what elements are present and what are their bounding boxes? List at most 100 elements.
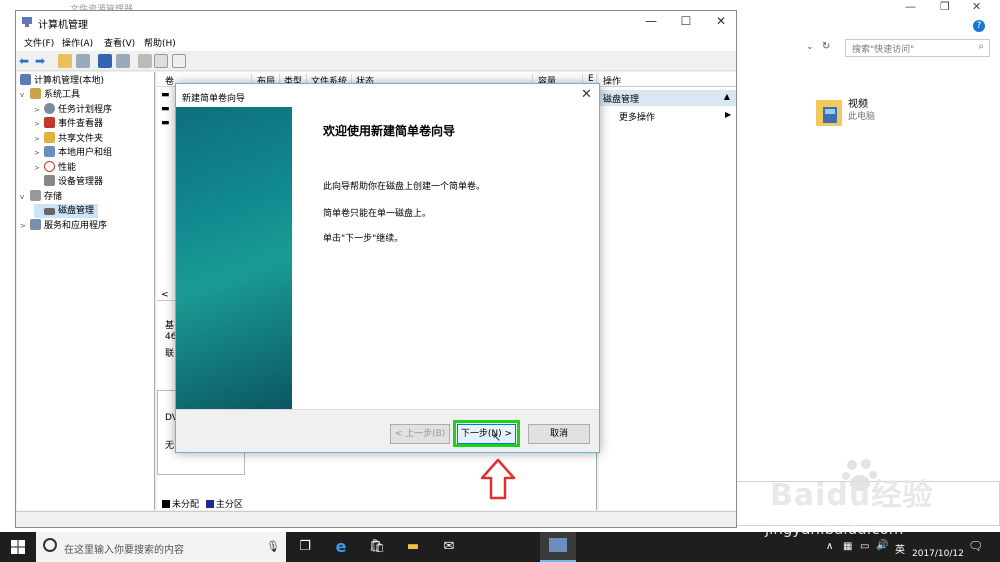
bg-folder-name[interactable]: 视频 bbox=[848, 95, 868, 110]
tree-item-device-manager[interactable]: 设备管理器 bbox=[34, 175, 103, 189]
taskbar-search-input[interactable]: 在这里输入你要搜索的内容 🎙 bbox=[36, 532, 286, 562]
expand-right-icon[interactable]: > bbox=[34, 146, 44, 160]
help-icon[interactable]: ? bbox=[973, 20, 985, 32]
new-simple-volume-wizard: 新建简单卷向导 ✕ 欢迎使用新建简单卷向导 此向导帮助你在磁盘上创建一个简单卷。… bbox=[175, 83, 600, 453]
task-view-icon[interactable]: ❐ bbox=[296, 538, 314, 556]
submenu-arrow-icon[interactable]: ▶ bbox=[725, 110, 731, 119]
storage-icon bbox=[30, 190, 41, 201]
back-button[interactable]: < 上一步(B) bbox=[390, 424, 450, 444]
menu-file[interactable]: 文件(F) bbox=[24, 36, 54, 49]
bg-close-icon[interactable]: ✕ bbox=[972, 0, 981, 13]
computer-management-taskbar-icon bbox=[549, 538, 567, 552]
expand-right-icon[interactable]: > bbox=[34, 161, 44, 175]
expand-right-icon[interactable]: > bbox=[20, 219, 30, 233]
monitor-icon[interactable]: ▭ bbox=[860, 541, 869, 552]
tree-item-computer-management[interactable]: 计算机管理(本地) bbox=[20, 74, 104, 88]
action-pane: 操作 磁盘管理 ▲ 更多操作 ▶ bbox=[599, 72, 736, 510]
legend-unallocated: 未分配 bbox=[172, 500, 200, 510]
tray-up-arrow-icon[interactable]: ∧ bbox=[826, 541, 833, 552]
menu-action[interactable]: 操作(A) bbox=[62, 36, 93, 49]
scroll-left-icon[interactable]: < bbox=[161, 290, 169, 300]
menu-view[interactable]: 查看(V) bbox=[104, 36, 135, 49]
tree-item-system-tools[interactable]: v 系统工具 bbox=[20, 88, 80, 102]
minimize-button[interactable]: — bbox=[636, 14, 666, 30]
action-more-actions[interactable]: 更多操作 bbox=[619, 110, 655, 123]
volume-row-icon[interactable]: ▬ bbox=[161, 118, 170, 128]
wizard-close-icon[interactable]: ✕ bbox=[581, 87, 592, 102]
expand-right-icon[interactable]: > bbox=[34, 117, 44, 131]
forward-arrow-icon[interactable]: ➡ bbox=[35, 54, 49, 68]
shared-folder-icon bbox=[44, 132, 55, 143]
bg-dropdown-icon[interactable]: ⌄ bbox=[806, 42, 814, 52]
microphone-icon[interactable]: 🎙 bbox=[266, 540, 280, 553]
expand-down-icon[interactable]: v bbox=[20, 88, 30, 102]
ime-indicator[interactable]: 英 bbox=[895, 541, 905, 556]
video-folder-icon[interactable] bbox=[815, 97, 843, 127]
show-pane-icon[interactable] bbox=[116, 54, 130, 68]
store-icon[interactable]: 🛍 bbox=[368, 538, 386, 556]
disk-icon bbox=[44, 208, 55, 215]
menu-help[interactable]: 帮助(H) bbox=[144, 36, 176, 49]
bg-restore-icon[interactable]: ❐ bbox=[940, 0, 950, 13]
taskbar-search-placeholder: 在这里输入你要搜索的内容 bbox=[64, 545, 184, 556]
tree-item-shared-folders[interactable]: > 共享文件夹 bbox=[34, 132, 103, 146]
navigation-tree: 计算机管理(本地) v 系统工具 > 任务计划程序 > 事件查看器 > 共享文件夹 > 本… bbox=[17, 72, 155, 510]
computer-icon bbox=[20, 74, 31, 85]
check-icon[interactable] bbox=[154, 54, 168, 68]
windows-start-icon[interactable] bbox=[11, 540, 25, 554]
clock-icon bbox=[44, 103, 55, 114]
action-center-icon[interactable]: 🗨 bbox=[968, 539, 983, 553]
legend-primary: 主分区 bbox=[215, 500, 243, 510]
volume-row-icon[interactable]: ▬ bbox=[161, 104, 170, 114]
tree-item-label: 事件查看器 bbox=[58, 119, 104, 129]
expand-right-icon[interactable]: > bbox=[34, 103, 44, 117]
tree-item-label: 性能 bbox=[58, 163, 77, 173]
bg-search-icon: ⌕ bbox=[978, 41, 984, 52]
properties-icon[interactable] bbox=[172, 54, 186, 68]
tree-item-event-viewer[interactable]: > 事件查看器 bbox=[34, 117, 103, 131]
action-disk-management[interactable]: 磁盘管理 ▲ bbox=[599, 90, 736, 106]
computer-management-taskbar-button[interactable] bbox=[540, 532, 576, 562]
tree-item-label: 计算机管理(本地) bbox=[34, 76, 105, 86]
tree-item-label: 设备管理器 bbox=[58, 177, 104, 187]
tree-item-performance[interactable]: > 性能 bbox=[34, 161, 76, 175]
disk-legend: 未分配 主分区 bbox=[162, 497, 243, 510]
mail-icon[interactable]: ✉ bbox=[440, 538, 458, 556]
tree-item-label: 共享文件夹 bbox=[58, 134, 104, 144]
maximize-button[interactable]: ☐ bbox=[671, 14, 701, 30]
cm-titlebar: 计算机管理 — ☐ ✕ bbox=[16, 11, 736, 33]
tree-item-storage[interactable]: v 存储 bbox=[20, 190, 62, 204]
expand-down-icon[interactable]: v bbox=[20, 190, 30, 204]
next-button[interactable]: 下一步(N) > bbox=[457, 424, 516, 444]
tree-item-label: 磁盘管理 bbox=[58, 206, 95, 216]
tree-item-local-users[interactable]: > 本地用户和组 bbox=[34, 146, 112, 160]
cancel-button[interactable]: 取消 bbox=[528, 424, 590, 444]
taskbar-date[interactable]: 2017/10/12 bbox=[912, 549, 964, 559]
tree-item-label: 系统工具 bbox=[44, 90, 81, 100]
expand-right-icon[interactable]: > bbox=[34, 132, 44, 146]
show-tree-icon[interactable] bbox=[76, 54, 90, 68]
computer-management-icon bbox=[22, 17, 32, 27]
file-explorer-icon[interactable]: ▬ bbox=[404, 538, 422, 556]
network-icon[interactable]: ▦ bbox=[843, 541, 852, 552]
up-folder-icon[interactable] bbox=[58, 54, 72, 68]
collapse-up-icon[interactable]: ▲ bbox=[724, 92, 730, 101]
bg-refresh-icon[interactable]: ↻ bbox=[822, 41, 830, 52]
bg-search-input[interactable]: 搜索"快速访问" ⌕ bbox=[845, 39, 990, 57]
tree-item-services-apps[interactable]: > 服务和应用程序 bbox=[20, 219, 107, 233]
back-arrow-icon[interactable]: ⬅ bbox=[19, 54, 33, 68]
bg-minimize-icon[interactable]: — bbox=[905, 0, 916, 13]
help-book-icon[interactable] bbox=[98, 54, 112, 68]
close-button[interactable]: ✕ bbox=[706, 14, 736, 30]
action-header: 操作 bbox=[599, 72, 736, 87]
tree-item-task-scheduler[interactable]: > 任务计划程序 bbox=[34, 103, 112, 117]
window-title: 计算机管理 bbox=[38, 20, 88, 31]
primary-swatch bbox=[205, 500, 214, 508]
edge-browser-icon[interactable]: e bbox=[332, 538, 350, 556]
tree-item-disk-management[interactable]: 磁盘管理 bbox=[34, 204, 99, 218]
wizard-description-1: 此向导帮助你在磁盘上创建一个简单卷。 bbox=[323, 182, 486, 192]
baidu-watermark-logo: Baidu经验 bbox=[770, 478, 934, 513]
volume-icon[interactable]: 🔊 bbox=[876, 540, 888, 551]
connect-icon[interactable] bbox=[138, 54, 152, 68]
volume-row-icon[interactable]: ▬ bbox=[161, 90, 170, 100]
